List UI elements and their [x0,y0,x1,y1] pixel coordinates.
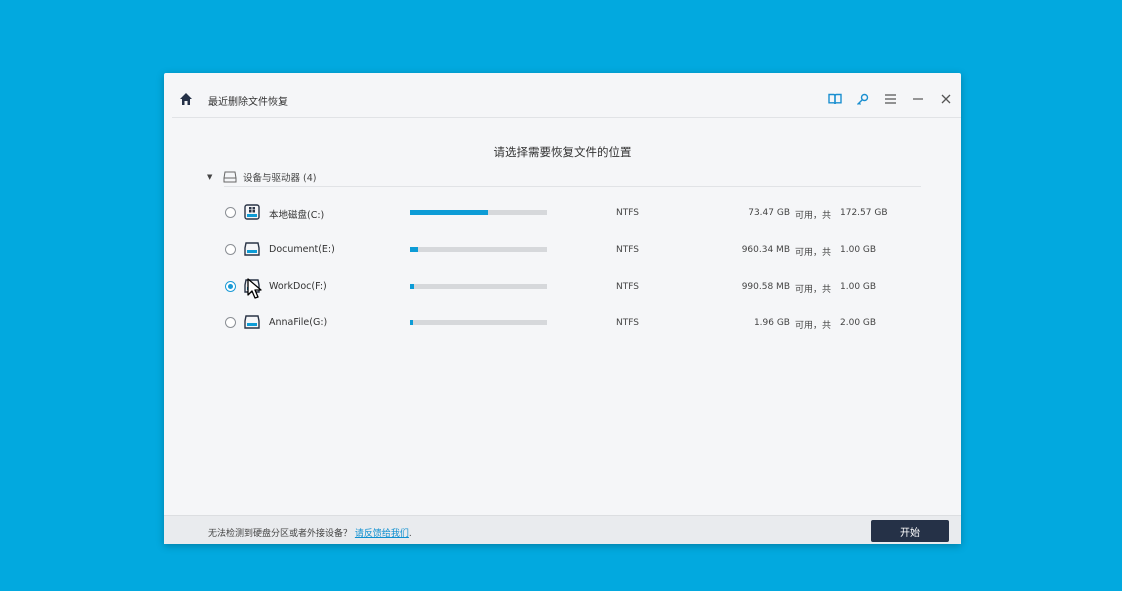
drive-radio[interactable] [225,207,236,218]
close-icon[interactable] [938,91,954,107]
drive-name: WorkDoc(F:) [269,281,327,292]
drive-row[interactable]: Document(E:) NTFS 960.34 MB 可用，共 1.00 GB [164,235,961,265]
start-button[interactable]: 开始 [871,520,949,542]
available-label: 可用，共 [795,248,832,258]
usage-bar [410,320,547,325]
footer-bar: 无法检测到硬盘分区或者外接设备？ 请反馈给我们. 开始 [164,515,961,544]
footer-text: 无法检测到硬盘分区或者外接设备？ [208,529,353,539]
usage-bar [410,284,547,289]
available-label: 可用，共 [795,285,832,295]
usage-bar-fill [410,210,489,215]
filesystem-label: NTFS [616,318,639,328]
window-title: 最近删除文件恢复 [208,97,288,108]
total-space: 2.00 GB [840,318,877,328]
drive-name: Document(E:) [269,244,335,255]
hard-drive-icon [223,171,237,183]
system-drive-icon [244,204,260,220]
drive-radio[interactable] [225,281,236,292]
footer-message: 无法检测到硬盘分区或者外接设备？ 请反馈给我们. [208,526,412,539]
minimize-icon[interactable] [910,91,926,107]
free-space: 990.58 MB [741,282,790,292]
device-group-header[interactable]: ▼ 设备与驱动器 (4) [207,169,316,185]
available-label: 可用，共 [795,211,832,221]
free-space: 1.96 GB [753,318,790,328]
book-icon[interactable] [827,91,843,107]
drive-name: 本地磁盘(C:) [269,210,325,221]
free-space: 960.34 MB [741,245,790,255]
drive-name: AnnaFile(G:) [269,317,328,328]
total-space: 1.00 GB [840,245,877,255]
drive-radio[interactable] [225,317,236,328]
filesystem-label: NTFS [616,208,639,218]
drive-icon [244,315,260,329]
group-divider [224,186,921,187]
feedback-link[interactable]: 请反馈给我们 [355,529,409,539]
home-icon[interactable] [179,92,193,106]
title-bar: 最近删除文件恢复 [164,73,961,118]
page-heading: 请选择需要恢复文件的位置 [493,145,632,159]
filesystem-label: NTFS [616,282,639,292]
usage-bar-fill [410,320,413,325]
key-icon[interactable] [854,91,870,107]
drive-icon [244,242,260,256]
menu-icon[interactable] [882,91,898,107]
total-space: 1.00 GB [840,282,877,292]
usage-bar-fill [410,247,419,252]
free-space: 73.47 GB [748,208,790,218]
drive-radio[interactable] [225,244,236,255]
filesystem-label: NTFS [616,245,639,255]
total-space: 172.57 GB [840,208,888,218]
drive-row[interactable]: 本地磁盘(C:) NTFS 73.47 GB 可用，共 172.57 GB [164,198,961,228]
usage-bar [410,247,547,252]
footer-link-suffix: . [408,529,412,539]
chevron-down-icon[interactable]: ▼ [207,173,217,181]
device-group-label: 设备与驱动器 (4) [243,173,317,184]
drive-row[interactable]: WorkDoc(F:) NTFS 990.58 MB 可用，共 1.00 GB [164,272,961,302]
title-divider [172,117,961,118]
usage-bar [410,210,547,215]
drive-row[interactable]: AnnaFile(G:) NTFS 1.96 GB 可用，共 2.00 GB [164,308,961,338]
app-window: 最近删除文件恢复 请选择需要恢复文件的位置 ▼ 设备与驱动器 (4) 本地磁盘(… [164,73,961,544]
available-label: 可用，共 [795,321,832,331]
usage-bar-fill [410,284,415,289]
mouse-pointer-icon [247,278,262,299]
